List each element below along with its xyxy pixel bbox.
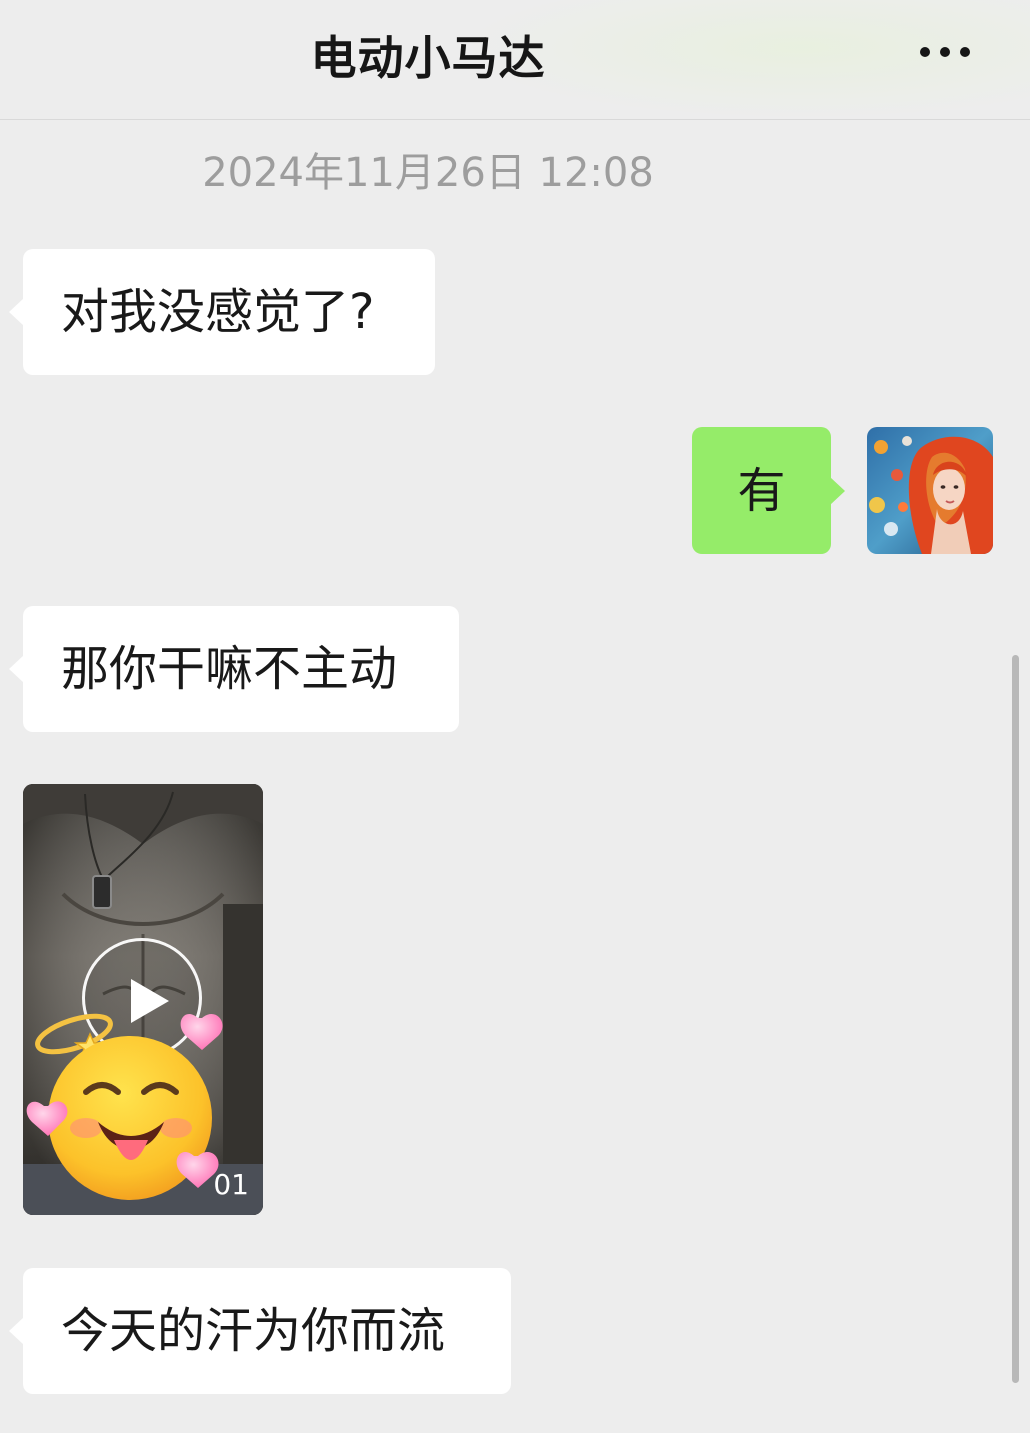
chat-header: 电动小马达: [0, 0, 1030, 120]
more-options-button[interactable]: [910, 34, 980, 70]
more-dots-icon: [920, 47, 930, 57]
message-timestamp: 2024年11月26日 12:08: [202, 150, 654, 196]
scrollbar[interactable]: [1012, 655, 1019, 1383]
chat-screen: 电动小马达 2024年11月26日 12:08 对我没感觉了? 有 那你干嘛不主…: [0, 0, 1030, 1433]
avatar-image: [867, 427, 993, 554]
message-bubble-incoming[interactable]: 今天的汗为你而流: [9, 1268, 511, 1394]
message-text: 有: [737, 462, 786, 519]
message-text: 那你干嘛不主动: [61, 641, 398, 697]
chat-title: 电动小马达: [310, 31, 546, 85]
message-bubble-incoming[interactable]: 对我没感觉了?: [9, 249, 435, 375]
message-bubble-outgoing[interactable]: 有: [692, 427, 845, 554]
smiling-face-with-hearts-emoji: [26, 1013, 223, 1200]
message-text: 对我没感觉了?: [61, 284, 375, 340]
self-avatar[interactable]: [867, 427, 993, 554]
message-bubble-incoming[interactable]: 那你干嘛不主动: [9, 606, 459, 732]
message-text: 今天的汗为你而流: [61, 1303, 446, 1359]
